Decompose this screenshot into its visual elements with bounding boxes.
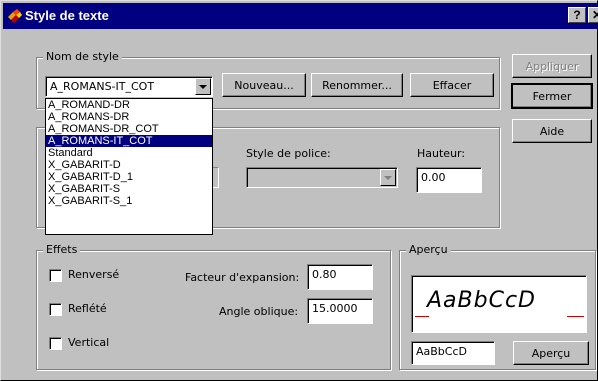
preview-sample-text: AaBbCcD xyxy=(427,288,536,313)
style-name-value: A_ROMANS-IT_COT xyxy=(50,80,155,93)
text-style-dialog: Style de texte ? ✕ Nom de style A_ROMANS… xyxy=(0,0,598,381)
font-style-label: Style de police: xyxy=(246,147,331,160)
preview-legend: Aperçu xyxy=(406,243,451,257)
oblique-angle-value: 15.0000 xyxy=(312,302,358,315)
preview-baseline-left xyxy=(415,316,429,317)
delete-style-button[interactable]: Effacer xyxy=(410,73,494,97)
vertical-checkbox[interactable] xyxy=(49,337,62,350)
oblique-angle-label: Angle oblique: xyxy=(219,305,299,318)
preview-button[interactable]: Aperçu xyxy=(513,341,589,365)
preview-baseline-right xyxy=(567,316,584,317)
apply-button[interactable]: Appliquer xyxy=(512,54,592,78)
list-item[interactable]: A_ROMANS-DR xyxy=(46,111,212,123)
help-button[interactable]: Aide xyxy=(512,119,592,143)
style-name-legend: Nom de style xyxy=(43,50,122,64)
help-title-button[interactable]: ? xyxy=(568,7,586,23)
delete-style-label: Effacer xyxy=(432,78,472,92)
font-style-combo[interactable] xyxy=(246,167,398,188)
app-icon xyxy=(8,9,22,23)
preview-text-input[interactable]: AaBbCcD xyxy=(411,341,495,365)
list-item[interactable]: X_GABARIT-D xyxy=(46,159,212,171)
list-item[interactable]: X_GABARIT-D_1 xyxy=(46,171,212,183)
list-item[interactable]: X_GABARIT-S_1 xyxy=(46,195,212,207)
title-bar[interactable]: Style de texte ? ✕ xyxy=(3,3,598,29)
upside-down-checkbox[interactable] xyxy=(49,269,62,282)
backwards-label[interactable]: Reflété xyxy=(68,302,107,315)
list-item[interactable]: A_ROMAND-DR xyxy=(46,99,212,111)
height-input[interactable]: 0.00 xyxy=(416,167,482,193)
chevron-down-icon[interactable] xyxy=(195,78,211,95)
oblique-angle-input[interactable]: 15.0000 xyxy=(307,298,373,324)
apply-label: Appliquer xyxy=(525,59,579,73)
new-style-label: Nouveau... xyxy=(234,78,294,92)
close-title-button[interactable]: ✕ xyxy=(588,7,598,23)
width-factor-input[interactable]: 0.80 xyxy=(307,264,373,290)
close-button[interactable]: Fermer xyxy=(511,83,593,109)
height-label: Hauteur: xyxy=(417,147,466,160)
preview-canvas: AaBbCcD xyxy=(411,275,587,333)
new-style-button[interactable]: Nouveau... xyxy=(222,73,306,97)
list-item[interactable]: Standard xyxy=(46,147,212,159)
close-icon: ✕ xyxy=(592,8,598,22)
style-dropdown-list[interactable]: A_ROMAND-DR A_ROMANS-DR A_ROMANS-DR_COT … xyxy=(45,98,213,235)
list-item[interactable]: X_GABARIT-S xyxy=(46,183,212,195)
preview-input-value: AaBbCcD xyxy=(416,345,467,358)
window-title: Style de texte xyxy=(25,8,109,23)
style-name-combo[interactable]: A_ROMANS-IT_COT xyxy=(45,76,213,97)
backwards-checkbox[interactable] xyxy=(49,303,62,316)
height-value: 0.00 xyxy=(421,171,446,184)
question-icon: ? xyxy=(573,8,581,22)
preview-button-label: Aperçu xyxy=(531,346,571,360)
width-factor-label: Facteur d'expansion: xyxy=(185,271,300,284)
help-label: Aide xyxy=(539,124,565,138)
chevron-down-icon[interactable] xyxy=(380,169,396,186)
close-label: Fermer xyxy=(532,89,572,103)
width-factor-value: 0.80 xyxy=(312,268,337,281)
vertical-label[interactable]: Vertical xyxy=(68,336,109,349)
upside-down-label[interactable]: Renversé xyxy=(68,268,119,281)
list-item[interactable]: A_ROMANS-DR_COT xyxy=(46,123,212,135)
effects-legend: Effets xyxy=(43,243,81,257)
rename-style-button[interactable]: Renommer... xyxy=(311,73,403,97)
list-item-selected[interactable]: A_ROMANS-IT_COT xyxy=(46,135,212,147)
rename-style-label: Renommer... xyxy=(322,78,392,92)
